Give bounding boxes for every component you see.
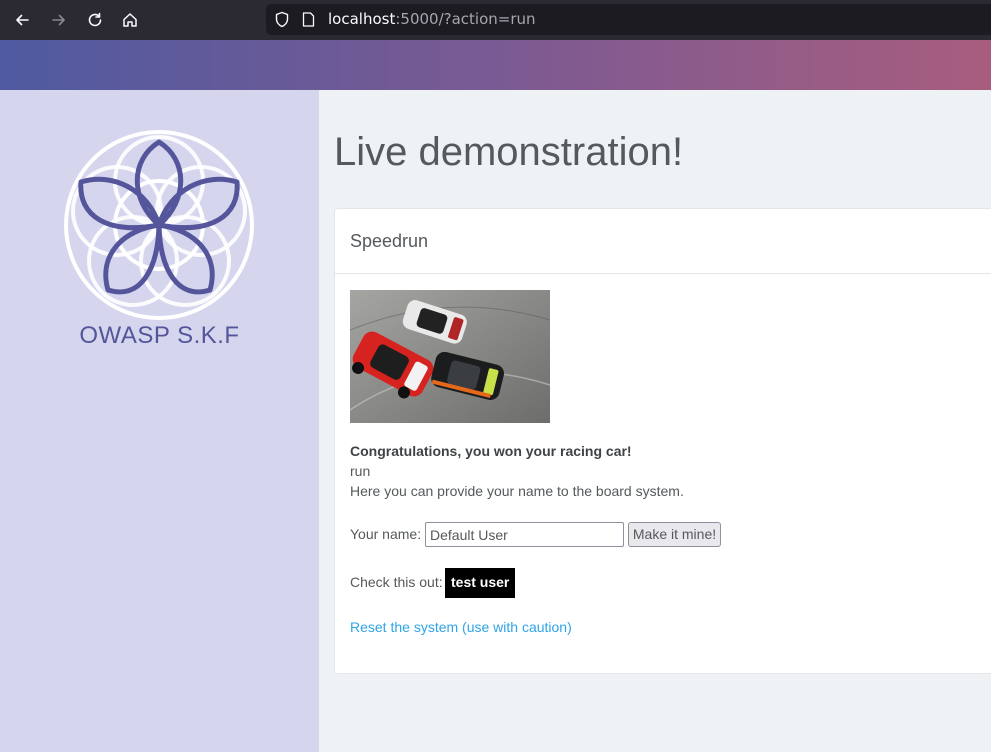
url-text[interactable]: localhost:5000/?action=run: [328, 10, 536, 29]
name-input[interactable]: [425, 522, 624, 547]
page-icon: [302, 12, 315, 27]
action-echo-text: run: [350, 463, 371, 479]
make-it-mine-button[interactable]: Make it mine!: [628, 522, 721, 547]
browser-toolbar: localhost:5000/?action=run: [0, 0, 991, 40]
site-header: [0, 40, 991, 90]
reset-system-link[interactable]: Reset the system (use with caution): [350, 619, 572, 635]
check-label: Check this out:: [350, 574, 443, 590]
challenge-card: Speedrun Congratulations, you won your r…: [334, 208, 991, 674]
racing-car-image: [350, 290, 550, 423]
forward-arrow-icon[interactable]: [47, 8, 71, 32]
congrats-message: Congratulations, you won your racing car…: [350, 443, 632, 459]
name-label: Your name:: [350, 526, 422, 542]
home-icon[interactable]: [118, 8, 142, 32]
instruction-text: Here you can provide your name to the bo…: [350, 483, 684, 499]
url-path: :5000/?action=run: [395, 10, 536, 28]
back-arrow-icon[interactable]: [10, 8, 34, 32]
user-name-badge: test user: [445, 568, 516, 598]
logo-text: OWASP S.K.F: [79, 322, 240, 349]
reload-icon[interactable]: [83, 8, 107, 32]
card-header: Speedrun: [335, 209, 991, 274]
page-title: Live demonstration!: [334, 130, 684, 174]
owasp-skf-logo: [64, 130, 254, 320]
url-host: localhost: [328, 10, 396, 28]
sidebar: OWASP S.K.F: [0, 90, 319, 752]
address-bar[interactable]: localhost:5000/?action=run: [266, 4, 991, 35]
shield-icon[interactable]: [274, 11, 290, 28]
